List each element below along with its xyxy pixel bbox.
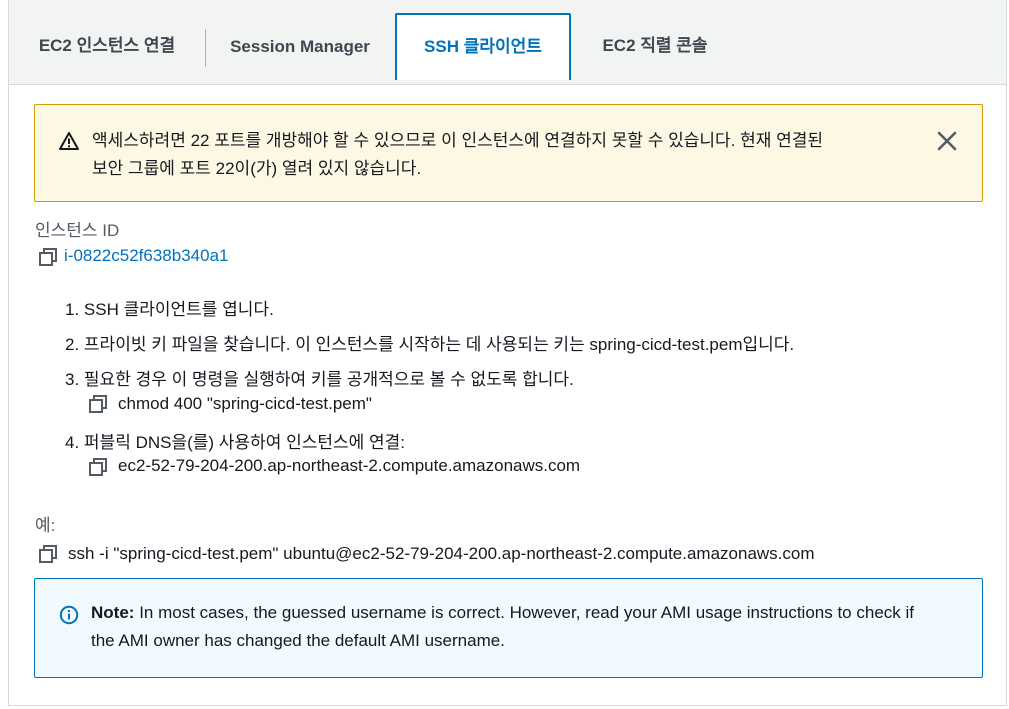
step-number: 3. bbox=[65, 370, 80, 389]
step-number: 1. bbox=[65, 300, 80, 319]
warning-line-2: 보안 그룹에 포트 22이(가) 열려 있지 않습니다. bbox=[92, 159, 422, 178]
tab-ec2-serial-console[interactable]: EC2 직렬 콘솔 bbox=[575, 14, 735, 80]
copy-icon[interactable] bbox=[39, 545, 57, 563]
username-info-alert: Note: In most cases, the guessed usernam… bbox=[34, 578, 983, 678]
step-number: 2. bbox=[65, 335, 80, 354]
connect-panel: EC2 인스턴스 연결 Session Manager SSH 클라이언트 EC… bbox=[8, 0, 1007, 706]
step-1: 1. SSH 클라이언트를 엽니다. bbox=[65, 295, 274, 320]
step-4: 4. 퍼블릭 DNS을(를) 사용하여 인스턴스에 연결: bbox=[65, 428, 405, 453]
tab-divider bbox=[205, 29, 206, 67]
close-icon[interactable] bbox=[935, 129, 959, 153]
chmod-command: chmod 400 "spring-cicd-test.pem" bbox=[118, 394, 372, 413]
info-icon bbox=[59, 605, 79, 625]
instance-id-link[interactable]: i-0822c52f638b340a1 bbox=[64, 246, 228, 266]
step-2: 2. 프라이빗 키 파일을 찾습니다. 이 인스턴스를 시작하는 데 사용되는 … bbox=[65, 330, 794, 355]
step-text: SSH 클라이언트를 엽니다. bbox=[83, 300, 274, 319]
step-3: 3. 필요한 경우 이 명령을 실행하여 키를 공개적으로 볼 수 없도록 합니… bbox=[65, 365, 574, 390]
tab-session-manager[interactable]: Session Manager bbox=[207, 14, 393, 80]
step-text: 프라이빗 키 파일을 찾습니다. 이 인스턴스를 시작하는 데 사용되는 키는 … bbox=[83, 335, 795, 354]
info-line-1: Note: In most cases, the guessed usernam… bbox=[91, 599, 961, 627]
public-dns-command: ec2-52-79-204-200.ap-northeast-2.compute… bbox=[118, 456, 581, 475]
info-line-1-text: In most cases, the guessed username is c… bbox=[139, 603, 914, 622]
copy-icon[interactable] bbox=[89, 395, 107, 413]
tab-bar: EC2 인스턴스 연결 Session Manager SSH 클라이언트 EC… bbox=[9, 0, 1006, 85]
step-text: 퍼블릭 DNS을(를) 사용하여 인스턴스에 연결: bbox=[83, 433, 405, 452]
step-number: 4. bbox=[65, 433, 80, 452]
instance-id-label: 인스턴스 ID bbox=[35, 221, 120, 240]
info-message: Note: In most cases, the guessed usernam… bbox=[91, 599, 961, 655]
note-label: Note: bbox=[91, 603, 135, 622]
example-label: 예: bbox=[35, 516, 56, 535]
warning-message: 액세스하려면 22 포트를 개방해야 할 수 있으므로 이 인스턴스에 연결하지… bbox=[92, 127, 922, 183]
tab-ec2-instance-connect[interactable]: EC2 인스턴스 연결 bbox=[9, 14, 205, 80]
warning-icon bbox=[59, 132, 79, 150]
tab-ssh-client[interactable]: SSH 클라이언트 bbox=[395, 13, 571, 80]
copy-icon[interactable] bbox=[89, 458, 107, 476]
step-text: 필요한 경우 이 명령을 실행하여 키를 공개적으로 볼 수 없도록 합니다. bbox=[83, 370, 574, 389]
port-warning-alert: 액세스하려면 22 포트를 개방해야 할 수 있으므로 이 인스턴스에 연결하지… bbox=[34, 104, 983, 202]
ssh-example-command: ssh -i "spring-cicd-test.pem" ubuntu@ec2… bbox=[68, 544, 815, 563]
warning-line-1: 액세스하려면 22 포트를 개방해야 할 수 있으므로 이 인스턴스에 연결하지… bbox=[92, 131, 823, 150]
info-line-2: the AMI owner has changed the default AM… bbox=[91, 631, 505, 650]
copy-icon[interactable] bbox=[39, 248, 57, 266]
